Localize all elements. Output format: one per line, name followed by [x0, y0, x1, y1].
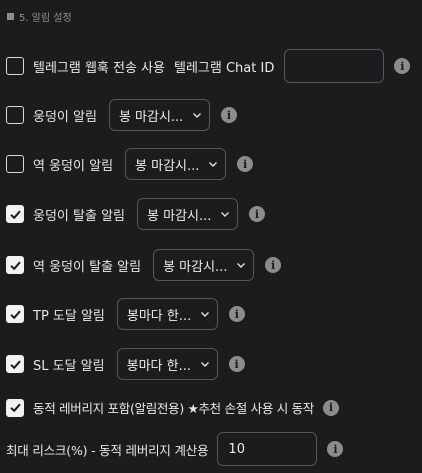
max-risk-input[interactable]: 10 [217, 432, 318, 466]
reverse-puddle-alert-checkbox[interactable] [6, 155, 24, 173]
reverse-puddle-alert-select[interactable]: 봉 마감시... [125, 148, 227, 180]
sl-alert-select[interactable]: 봉마다 한... [116, 348, 218, 380]
check-icon [9, 210, 21, 219]
chevron-down-icon [200, 312, 209, 317]
section-bullet-icon [7, 13, 14, 20]
telegram-chat-id-input[interactable] [284, 49, 385, 83]
sl-alert-row: SL 도달 알림 봉마다 한... i [6, 348, 422, 380]
info-icon[interactable]: i [327, 441, 344, 457]
section-title: 5. 알림 설정 [19, 13, 72, 24]
info-icon[interactable]: i [322, 399, 339, 416]
puddle-escape-alert-select[interactable]: 봉 마감시... [137, 198, 238, 230]
puddle-escape-alert-select-value: 봉 마감시... [147, 208, 212, 224]
max-risk-label: 최대 리스크(%) - 동적 레버리지 계산용 [6, 442, 209, 458]
reverse-puddle-alert-row: 역 웅덩이 알림 봉 마감시... i [6, 148, 422, 180]
dynamic-leverage-checkbox[interactable] [6, 398, 24, 417]
chevron-down-icon [209, 162, 218, 167]
info-icon[interactable]: i [237, 156, 254, 172]
dynamic-leverage-row: 동적 레버리지 포함(알림전용) ★추천 손절 사용 시 동작 i [6, 398, 422, 417]
puddle-alert-label: 웅덩이 알림 [33, 109, 97, 125]
telegram-webhook-row: 텔레그램 웹훅 전송 사용 텔레그램 Chat ID i [6, 49, 422, 83]
tp-alert-row: TP 도달 알림 봉마다 한... i [6, 298, 422, 330]
sl-alert-label: SL 도달 알림 [33, 358, 105, 374]
section-header: 5. 알림 설정 [7, 9, 72, 24]
tp-alert-select-value: 봉마다 한... [126, 308, 192, 324]
info-icon[interactable]: i [220, 107, 237, 123]
puddle-escape-alert-row: 웅덩이 탈출 알림 봉 마감시... i [6, 198, 422, 230]
chevron-down-icon [192, 113, 201, 118]
check-icon [9, 261, 21, 270]
max-risk-row: 최대 리스크(%) - 동적 레버리지 계산용 10 i [6, 432, 422, 466]
check-icon [9, 403, 21, 413]
puddle-alert-select[interactable]: 봉 마감시... [108, 99, 210, 131]
reverse-puddle-alert-label: 역 웅덩이 알림 [33, 158, 114, 174]
chevron-down-icon [221, 212, 229, 217]
puddle-escape-alert-label: 웅덩이 탈출 알림 [33, 208, 125, 224]
info-icon[interactable]: i [228, 306, 245, 322]
check-icon [9, 360, 21, 369]
check-icon [9, 310, 21, 319]
reverse-puddle-escape-alert-row: 역 웅덩이 탈출 알림 봉 마감시... i [6, 249, 422, 281]
sl-alert-checkbox[interactable] [6, 355, 24, 373]
sl-alert-select-value: 봉마다 한... [126, 358, 191, 374]
puddle-alert-checkbox[interactable] [6, 106, 24, 124]
tp-alert-checkbox[interactable] [6, 305, 24, 323]
reverse-puddle-escape-alert-select[interactable]: 봉 마감시... [153, 249, 255, 281]
reverse-puddle-escape-alert-label: 역 웅덩이 탈출 알림 [33, 259, 142, 275]
dynamic-leverage-label: 동적 레버리지 포함(알림전용) ★추천 손절 사용 시 동작 [33, 401, 314, 416]
telegram-chat-id-label: 텔레그램 Chat ID [174, 60, 275, 76]
chevron-down-icon [237, 263, 246, 268]
info-icon[interactable]: i [394, 58, 411, 74]
puddle-alert-select-value: 봉 마감시... [118, 109, 184, 125]
info-icon[interactable]: i [265, 257, 282, 273]
tp-alert-select[interactable]: 봉마다 한... [116, 298, 218, 330]
max-risk-value: 10 [228, 441, 245, 457]
puddle-alert-row: 웅덩이 알림 봉 마감시... i [6, 99, 422, 131]
info-icon[interactable]: i [249, 206, 265, 222]
telegram-webhook-label: 텔레그램 웹훅 전송 사용 [33, 60, 165, 76]
puddle-escape-alert-checkbox[interactable] [6, 205, 24, 223]
info-icon[interactable]: i [228, 356, 245, 372]
reverse-puddle-escape-alert-checkbox[interactable] [6, 256, 24, 274]
tp-alert-label: TP 도달 알림 [33, 308, 105, 324]
reverse-puddle-alert-select-value: 봉 마감시... [135, 158, 200, 174]
telegram-webhook-checkbox[interactable] [6, 57, 24, 75]
chevron-down-icon [200, 362, 209, 367]
reverse-puddle-escape-alert-select-value: 봉 마감시... [163, 259, 228, 275]
